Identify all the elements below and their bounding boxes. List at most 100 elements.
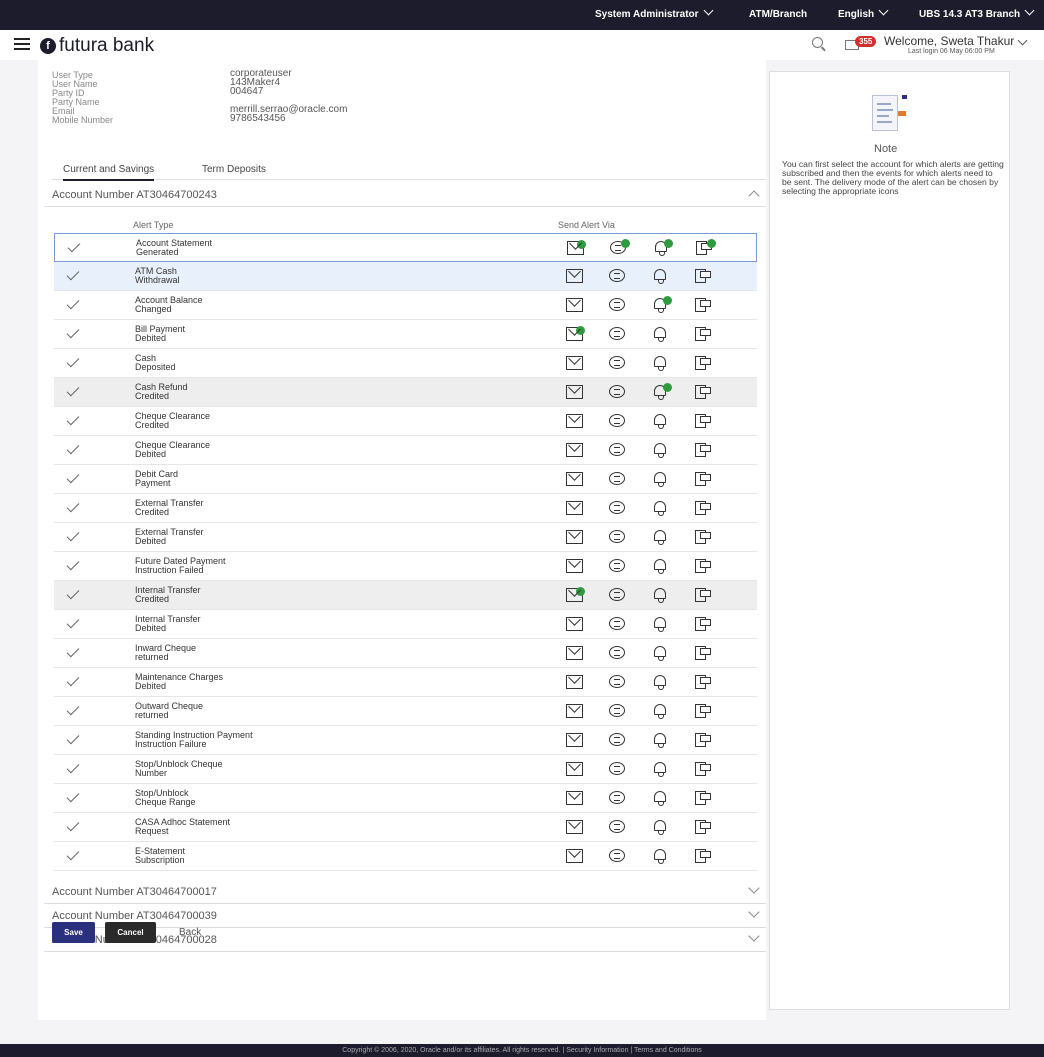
sms-icon[interactable] bbox=[609, 559, 626, 573]
email-icon[interactable] bbox=[567, 240, 586, 255]
check-icon[interactable] bbox=[66, 644, 80, 658]
chevron-down-icon[interactable] bbox=[748, 882, 760, 894]
push-notification-icon[interactable] bbox=[695, 298, 712, 312]
table-row[interactable]: Future Dated Payment Instruction Failed bbox=[54, 552, 757, 581]
check-icon[interactable] bbox=[66, 354, 80, 368]
email-icon[interactable] bbox=[566, 414, 583, 428]
sms-icon[interactable] bbox=[609, 762, 626, 776]
table-row[interactable]: Stop/Unblock Cheque Range bbox=[54, 784, 757, 813]
sms-icon[interactable] bbox=[609, 472, 626, 486]
check-icon[interactable] bbox=[66, 412, 80, 426]
table-row[interactable]: Debit Card Payment bbox=[54, 465, 757, 494]
chevron-down-icon[interactable] bbox=[1017, 35, 1028, 46]
table-row[interactable]: CASA Adhoc Statement Request bbox=[54, 813, 757, 842]
email-icon[interactable] bbox=[566, 298, 583, 312]
notification-badge[interactable]: 355 bbox=[855, 36, 877, 47]
email-icon[interactable] bbox=[566, 762, 583, 776]
chevron-down-icon[interactable] bbox=[748, 906, 760, 918]
email-icon[interactable] bbox=[566, 646, 583, 660]
welcome-text[interactable]: Welcome, Sweta Thakur bbox=[884, 34, 1014, 48]
push-notification-icon[interactable] bbox=[695, 820, 712, 834]
email-icon[interactable] bbox=[566, 733, 583, 747]
table-row[interactable]: Internal Transfer Debited bbox=[54, 610, 757, 639]
email-icon[interactable] bbox=[566, 849, 583, 863]
bell-icon[interactable] bbox=[652, 414, 669, 429]
sms-icon[interactable] bbox=[609, 820, 626, 834]
bell-icon[interactable] bbox=[652, 849, 669, 864]
chevron-down-icon[interactable] bbox=[748, 930, 760, 942]
bell-icon[interactable] bbox=[652, 704, 669, 719]
push-notification-icon[interactable] bbox=[695, 385, 712, 399]
push-notification-icon[interactable] bbox=[695, 588, 712, 602]
push-notification-icon[interactable] bbox=[695, 559, 712, 573]
table-row[interactable]: Maintenance Charges Debited bbox=[54, 668, 757, 697]
bell-icon[interactable] bbox=[652, 383, 672, 400]
push-notification-icon[interactable] bbox=[695, 646, 712, 660]
push-notification-icon[interactable] bbox=[695, 762, 712, 776]
sms-icon[interactable] bbox=[609, 356, 626, 370]
language-menu[interactable]: English bbox=[838, 5, 889, 20]
push-notification-icon[interactable] bbox=[695, 327, 712, 341]
check-icon[interactable] bbox=[66, 296, 80, 310]
menu-icon[interactable] bbox=[14, 38, 30, 51]
account-header-collapsed[interactable]: Account Number AT30464700017 bbox=[44, 880, 766, 904]
email-icon[interactable] bbox=[566, 356, 583, 370]
check-icon[interactable] bbox=[66, 528, 80, 542]
email-icon[interactable] bbox=[566, 704, 583, 718]
table-row[interactable]: Inward Cheque returned bbox=[54, 639, 757, 668]
sms-icon[interactable] bbox=[609, 269, 626, 283]
logo[interactable]: f futura bank bbox=[40, 35, 154, 57]
bell-icon[interactable] bbox=[652, 617, 669, 632]
push-notification-icon[interactable] bbox=[695, 356, 712, 370]
check-icon[interactable] bbox=[66, 847, 80, 861]
check-icon[interactable] bbox=[66, 818, 80, 832]
check-icon[interactable] bbox=[66, 731, 80, 745]
sms-icon[interactable] bbox=[609, 443, 626, 457]
check-icon[interactable] bbox=[66, 470, 80, 484]
check-icon[interactable] bbox=[66, 586, 80, 600]
sms-icon[interactable] bbox=[609, 646, 626, 660]
bell-icon[interactable] bbox=[652, 820, 669, 835]
check-icon[interactable] bbox=[66, 673, 80, 687]
email-icon[interactable] bbox=[566, 617, 583, 631]
sms-icon[interactable] bbox=[609, 327, 626, 341]
back-link[interactable]: Back bbox=[179, 927, 201, 938]
bell-icon[interactable] bbox=[653, 239, 673, 256]
check-icon[interactable] bbox=[66, 499, 80, 513]
table-row[interactable]: External Transfer Debited bbox=[54, 523, 757, 552]
cancel-button[interactable]: Cancel bbox=[105, 922, 156, 943]
push-notification-icon[interactable] bbox=[695, 414, 712, 428]
bell-icon[interactable] bbox=[652, 733, 669, 748]
bell-icon[interactable] bbox=[652, 356, 669, 371]
bell-icon[interactable] bbox=[652, 675, 669, 690]
tab-term-deposits[interactable]: Term Deposits bbox=[202, 164, 266, 175]
sms-icon[interactable] bbox=[609, 849, 626, 863]
bell-icon[interactable] bbox=[652, 588, 669, 603]
email-icon[interactable] bbox=[566, 559, 583, 573]
email-icon[interactable] bbox=[566, 472, 583, 486]
sms-icon[interactable] bbox=[609, 501, 626, 515]
chevron-up-icon[interactable] bbox=[748, 190, 760, 202]
push-notification-icon[interactable] bbox=[695, 501, 712, 515]
sms-icon[interactable] bbox=[609, 791, 626, 805]
bell-icon[interactable] bbox=[652, 530, 669, 545]
email-icon[interactable] bbox=[566, 675, 583, 689]
sms-icon[interactable] bbox=[609, 704, 626, 718]
table-row[interactable]: E-Statement Subscription bbox=[54, 842, 757, 871]
check-icon[interactable] bbox=[66, 383, 80, 397]
table-row[interactable]: Cash Deposited bbox=[54, 349, 757, 378]
push-notification-icon[interactable] bbox=[695, 675, 712, 689]
push-notification-icon[interactable] bbox=[695, 617, 712, 631]
sms-icon[interactable] bbox=[610, 239, 630, 255]
push-notification-icon[interactable] bbox=[695, 530, 712, 544]
role-menu[interactable]: System Administrator bbox=[595, 5, 713, 20]
bell-icon[interactable] bbox=[652, 559, 669, 574]
table-row[interactable]: External Transfer Credited bbox=[54, 494, 757, 523]
check-icon[interactable] bbox=[66, 702, 80, 716]
entity-link[interactable]: ATM/Branch bbox=[749, 9, 807, 20]
email-icon[interactable] bbox=[566, 587, 585, 602]
check-icon[interactable] bbox=[66, 789, 80, 803]
email-icon[interactable] bbox=[566, 530, 583, 544]
table-row[interactable]: Cheque Clearance Credited bbox=[54, 407, 757, 436]
check-icon[interactable] bbox=[66, 267, 80, 281]
